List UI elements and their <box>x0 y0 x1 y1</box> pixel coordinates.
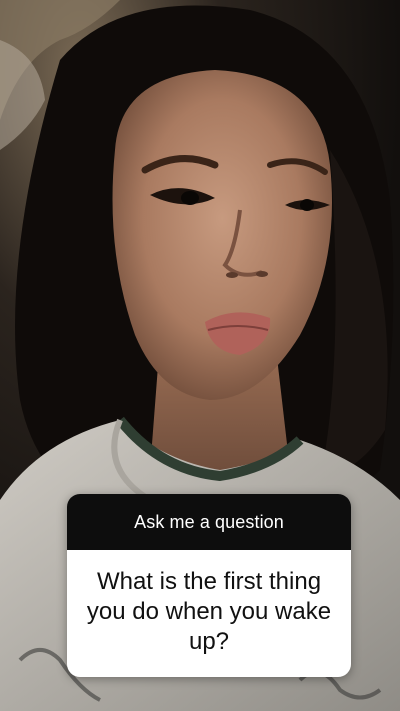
question-sticker[interactable]: Ask me a question What is the first thin… <box>67 494 351 677</box>
story-view[interactable]: Ask me a question What is the first thin… <box>0 0 400 711</box>
question-sticker-question: What is the first thing you do when you … <box>67 550 351 677</box>
question-sticker-prompt: Ask me a question <box>67 494 351 550</box>
